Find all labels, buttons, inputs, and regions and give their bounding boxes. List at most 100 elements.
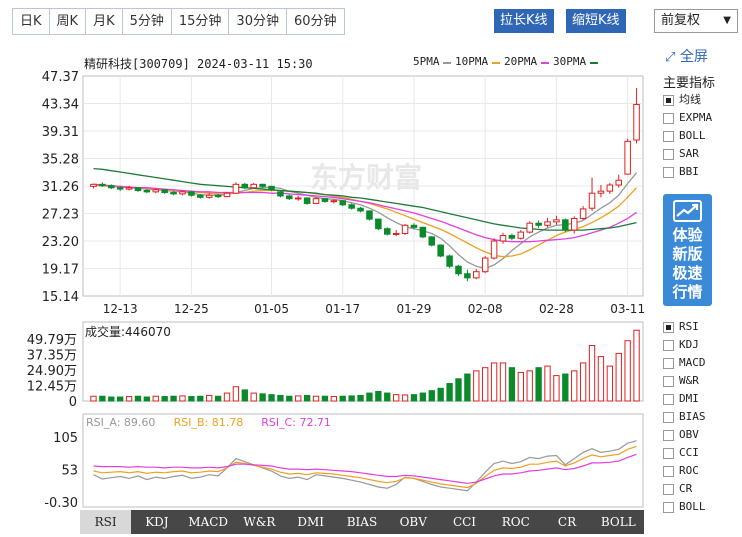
tab-macd[interactable]: MACD [183,510,234,534]
sub-indicator-kdj[interactable]: KDJ [663,336,706,354]
tab-bias[interactable]: BIAS [336,510,387,534]
shorten-kline-button[interactable]: 缩短K线 [566,9,626,33]
tab-60min[interactable]: 60分钟 [286,9,344,34]
volume-bar [571,370,578,402]
candle-body [241,183,249,189]
volume-bar [339,395,346,402]
volume-bar [428,390,435,402]
volume-bar [401,394,409,402]
checkbox[interactable] [663,148,674,160]
indicator-label: CR [679,482,693,495]
tab-week-k[interactable]: 周K [49,9,87,34]
price-tick-label: 39.31 [42,125,79,140]
checkbox[interactable] [663,94,674,106]
candle [464,269,471,282]
sub-indicator-roc[interactable]: ROC [663,462,706,480]
checkbox[interactable] [663,339,674,351]
candle [499,232,507,244]
tab-kdj[interactable]: KDJ [131,510,182,534]
candle-body [473,271,480,279]
candle [544,217,551,228]
candle-body [517,231,525,239]
candle-body [366,210,373,220]
candle [161,189,168,194]
price-tick-label: 27.23 [42,208,79,223]
main-indicator-bbi[interactable]: BBI [663,163,712,181]
volume-bar [321,395,329,402]
volume-bar [482,367,489,402]
sub-indicator-cci[interactable]: CCI [663,444,706,462]
tab-boll[interactable]: BOLL [593,510,644,534]
tab-15min[interactable]: 15分钟 [171,9,230,34]
tab-month-k[interactable]: 月K [86,9,123,34]
checkbox[interactable] [663,465,674,477]
tab-rsi[interactable]: RSI [80,510,132,534]
tab-roc[interactable]: ROC [490,510,541,534]
sub-indicator-rsi[interactable]: RSI [663,318,706,336]
volume-bar [579,362,587,402]
sub-indicator-list: RSI KDJ MACD W&R DMI BIAS OBV CCI ROC CR BOLL [663,318,706,516]
tab-wr[interactable]: W&R [234,510,285,534]
tab-30min[interactable]: 30分钟 [229,9,287,34]
volume-bar [99,395,106,402]
checkbox[interactable] [663,411,674,423]
candle [392,230,400,237]
indicator-label: OBV [679,428,699,441]
ma-legend-swatch [590,62,598,64]
fullscreen-button[interactable]: ⤢ 全屏 [665,46,708,66]
sub-indicator-boll[interactable]: BOLL [663,498,706,516]
volume-bar [143,396,151,402]
price-adjust-select[interactable]: 前复权 ▼ [654,9,738,33]
candle-body [197,194,204,198]
checkbox[interactable] [663,393,674,405]
volume-tick-label: 49.79万 [27,333,77,348]
checkbox[interactable] [663,130,674,142]
volume-tick-label: 24.90万 [27,364,77,379]
candle [170,191,177,196]
indicator-label: W&R [679,374,699,387]
indicator-label: 均线 [679,93,701,106]
checkbox[interactable] [663,375,674,387]
tab-cr[interactable]: CR [541,510,592,534]
checkbox[interactable] [663,112,674,124]
main-indicator-[interactable]: 均线 [663,91,712,109]
rsi-legend-item: RSI_C: 72.71 [261,416,331,429]
sub-indicator-cr[interactable]: CR [663,480,706,498]
widen-kline-button[interactable]: 拉长K线 [494,9,554,33]
fullscreen-icon: ⤢ [665,50,676,65]
candle [134,187,142,192]
tab-day-k[interactable]: 日K [13,9,50,34]
candle-body [357,207,364,212]
period-tabs: 日K 周K 月K 5分钟 15分钟 30分钟 60分钟 [12,8,345,35]
sub-indicator-dmi[interactable]: DMI [663,390,706,408]
checkbox[interactable] [663,501,674,513]
volume-bar [250,392,257,402]
sub-indicator-macd[interactable]: MACD [663,354,706,372]
checkbox[interactable] [663,429,674,441]
candle [312,197,320,205]
new-quotes-promo[interactable]: 体验 新版 极速 行情 [663,194,712,306]
checkbox[interactable] [663,357,674,369]
sub-indicator-wr[interactable]: W&R [663,372,706,390]
tab-obv[interactable]: OBV [388,510,439,534]
candle-body [375,218,382,230]
main-indicator-boll[interactable]: BOLL [663,127,712,145]
checkbox[interactable] [663,166,674,178]
indicator-label: DMI [679,392,699,405]
volume-bar [223,392,231,402]
volume-bar [170,395,177,402]
checkbox[interactable] [663,483,674,495]
tab-dmi[interactable]: DMI [285,510,336,534]
candle [143,189,151,194]
candle [197,193,204,199]
main-indicator-sar[interactable]: SAR [663,145,712,163]
sub-indicator-bias[interactable]: BIAS [663,408,706,426]
volume-bar [125,396,133,402]
checkbox[interactable] [663,321,674,333]
tab-cci[interactable]: CCI [439,510,490,534]
checkbox[interactable] [663,447,674,459]
tab-5min[interactable]: 5分钟 [122,9,172,34]
main-indicator-expma[interactable]: EXPMA [663,109,712,127]
sub-indicator-obv[interactable]: OBV [663,426,706,444]
volume-bar [588,344,596,402]
